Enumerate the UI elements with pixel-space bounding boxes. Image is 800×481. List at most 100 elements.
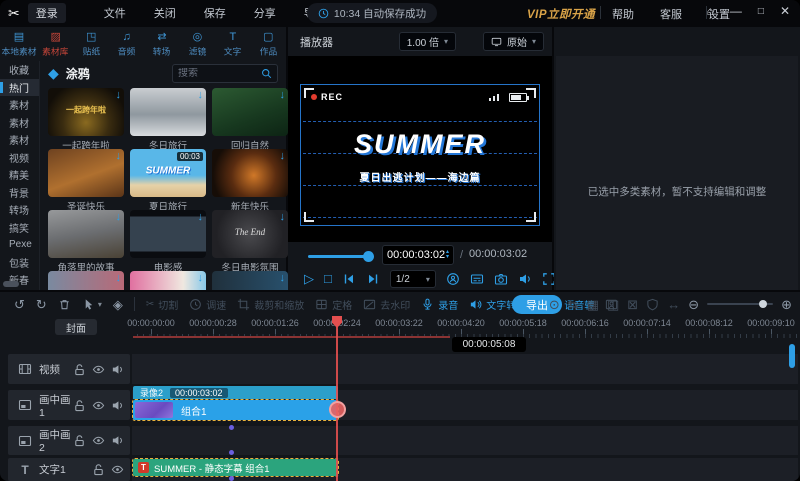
shield-icon[interactable] (646, 298, 659, 311)
zoom-knob[interactable] (759, 300, 767, 308)
template-thumbnail[interactable]: ↓ (130, 271, 206, 290)
category-item[interactable]: 热门 (0, 79, 39, 97)
timeline-scrollbar[interactable] (789, 344, 795, 368)
template-thumbnail[interactable]: ↓ 新年快乐 (212, 149, 288, 210)
library-tab[interactable]: T 文字 (215, 29, 250, 60)
search-icon[interactable] (261, 68, 272, 79)
eye-icon[interactable] (111, 463, 124, 476)
play-button[interactable]: ▷ (304, 272, 314, 286)
category-item[interactable]: Pexe (0, 236, 39, 254)
menu-item[interactable]: 分享 (254, 5, 276, 21)
login-button[interactable]: 登录 (28, 3, 66, 23)
seek-knob[interactable] (363, 251, 374, 262)
video-frame[interactable]: REC SUMMER 夏日出逃计划——海边篇 (300, 84, 540, 226)
subtitle-icon[interactable] (470, 272, 484, 286)
template-thumbnail[interactable]: ↓ 冬日旅行 (130, 88, 206, 149)
text-clip[interactable]: T SUMMER - 静态字幕 组合1 (133, 459, 338, 476)
volume-icon[interactable] (518, 272, 532, 286)
lock-icon[interactable] (92, 463, 105, 476)
eye-icon[interactable] (92, 434, 105, 447)
snap-icon[interactable]: ⊙ (549, 298, 560, 311)
spinner-down-icon[interactable]: ▾ (446, 255, 449, 260)
keyframe-button[interactable]: ◈ (113, 298, 123, 311)
library-tab[interactable]: ▢ 作品 (251, 29, 286, 60)
library-tab[interactable]: ♫ 音频 (109, 29, 144, 60)
previous-frame-button[interactable] (342, 272, 356, 286)
split-view-icon[interactable]: ◫ (607, 298, 619, 311)
download-icon[interactable]: ↓ (280, 150, 286, 162)
eye-icon[interactable] (92, 363, 105, 376)
time-spinner[interactable]: ▴ ▾ (446, 250, 449, 260)
download-icon[interactable]: ↓ (198, 211, 204, 223)
seek-slider[interactable] (308, 255, 372, 258)
cut-tool[interactable]: ✂切割 (146, 297, 178, 312)
playhead-line[interactable] (336, 316, 338, 481)
recording-clip[interactable]: 录像2 00:00:03:02 (133, 386, 338, 399)
template-thumbnail[interactable]: ↓ (48, 271, 124, 290)
category-item[interactable]: 素材 (0, 131, 39, 149)
home-icon[interactable]: ⌂ (707, 4, 714, 18)
vip-upgrade-button[interactable]: VIP立即开通 (527, 6, 595, 22)
template-thumbnail[interactable]: SUMMER 00:03 夏日旅行 (130, 149, 206, 210)
search-input[interactable] (178, 68, 261, 79)
swap-icon[interactable]: ⇆ (568, 298, 579, 311)
stop-button[interactable]: □ (324, 272, 332, 286)
sidebar-scroll-thumb[interactable] (3, 281, 19, 287)
download-icon[interactable]: ↓ (198, 89, 204, 101)
category-item[interactable]: 搞笑 (0, 219, 39, 237)
category-item[interactable]: 背景 (0, 184, 39, 202)
category-item[interactable]: 收藏 (0, 61, 39, 79)
next-frame-button[interactable] (366, 272, 380, 286)
preview-canvas[interactable]: REC SUMMER 夏日出逃计划——海边篇 (288, 56, 552, 242)
download-icon[interactable]: ↓ (198, 272, 204, 284)
download-icon[interactable]: ↓ (280, 89, 286, 101)
motion-tracking-icon[interactable] (446, 272, 460, 286)
menu-item[interactable]: 保存 (204, 5, 226, 21)
library-tab[interactable]: ▨ 素材库 (38, 29, 73, 60)
snapshot-camera-icon[interactable] (494, 272, 508, 286)
template-thumbnail[interactable]: 一起跨年啦 ↓ 一起跨年啦 (48, 88, 124, 149)
download-icon[interactable]: ↓ (116, 272, 122, 284)
category-item[interactable]: 素材 (0, 114, 39, 132)
minimize-button[interactable]: — (730, 4, 742, 18)
library-tab[interactable]: ◎ 滤镜 (180, 29, 215, 60)
template-thumbnail[interactable]: ↓ 角落里的故事 (48, 210, 124, 271)
category-item[interactable]: 包装 (0, 254, 39, 272)
record-audio-tool[interactable]: 录音 (421, 297, 458, 312)
speed-tool[interactable]: 调速 (189, 297, 226, 312)
cover-button[interactable]: 封面 (55, 319, 97, 335)
playback-speed-dropdown[interactable]: 1.00 倍 ▾ (399, 32, 456, 51)
redo-button[interactable]: ↻ (36, 298, 47, 311)
download-icon[interactable]: ↓ (280, 272, 286, 284)
template-thumbnail[interactable]: ↓ 回归自然 (212, 88, 288, 149)
track-lane-video[interactable] (132, 354, 798, 384)
category-item[interactable]: 精美 (0, 166, 39, 184)
template-thumbnail[interactable]: ↓ 圣诞快乐 (48, 149, 124, 210)
clip-trim-handle[interactable] (329, 401, 346, 418)
lock-icon[interactable] (73, 363, 86, 376)
speaker-icon[interactable] (111, 434, 124, 447)
template-thumbnail[interactable]: The End ↓ 冬日电影氛围 (212, 210, 288, 271)
freeze-frame-tool[interactable]: 定格 (315, 297, 352, 312)
remove-watermark-tool[interactable]: 去水印 (363, 297, 410, 312)
download-icon[interactable]: ↓ (116, 89, 122, 101)
speaker-icon[interactable] (111, 399, 124, 412)
crop-zoom-tool[interactable]: 裁剪和缩放 (237, 297, 304, 312)
time-ruler[interactable]: 00:00:00:0000:00:00:2800:00:01:2600:00:0… (133, 317, 798, 338)
frame-step-dropdown[interactable]: 1/2 ▾ (390, 270, 436, 288)
timeline-zoom-slider[interactable] (707, 303, 773, 305)
template-thumbnail[interactable]: ↓ 电影感 (130, 210, 206, 271)
lock-icon[interactable] (73, 434, 86, 447)
download-icon[interactable]: ↓ (280, 211, 286, 223)
undo-button[interactable]: ↺ (14, 298, 25, 311)
menu-item[interactable]: 关闭 (154, 5, 176, 21)
category-item[interactable]: 视频 (0, 149, 39, 167)
aspect-ratio-dropdown[interactable]: 原始 ▾ (483, 32, 544, 51)
close-button[interactable]: ✕ (780, 4, 790, 18)
menu-item[interactable]: 文件 (104, 5, 126, 21)
group-clip[interactable]: 组合1 (133, 400, 338, 420)
top-link[interactable]: 客服 (660, 6, 682, 22)
lock-icon[interactable] (73, 399, 86, 412)
crop-box-icon[interactable]: ⊠ (627, 298, 638, 311)
category-item[interactable]: 素材 (0, 96, 39, 114)
